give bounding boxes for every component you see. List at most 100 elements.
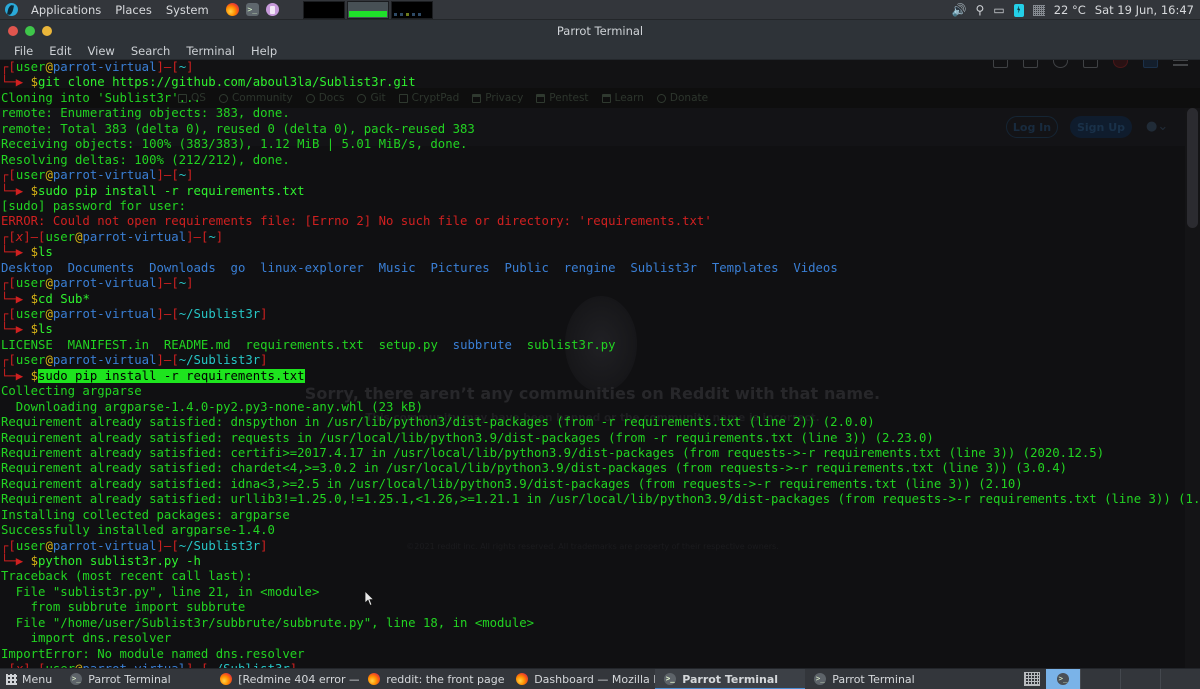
menu-file[interactable]: File [6, 42, 41, 60]
location-pin-icon[interactable]: ⚲ [976, 4, 985, 16]
terminal-line: from subbrute import subbrute [1, 600, 246, 615]
terminal-line: └─▶ $sudo pip install -r requirements.tx… [1, 368, 305, 383]
panel-launchers: >_ [225, 3, 279, 16]
mouse-cursor [365, 591, 375, 606]
terminal-line: Requirement already satisfied: dnspython… [1, 415, 875, 430]
taskbar-item-label: Parrot Terminal [88, 672, 171, 686]
terminal-line: Requirement already satisfied: certifi>=… [1, 445, 1105, 460]
top-panel: Applications Places System >_ 🔊 ⚲ ▭ 22 °… [0, 0, 1200, 20]
terminal-window: Parrot Terminal File Edit View Search Te… [0, 20, 1200, 668]
terminal-line: remote: Total 383 (delta 0), reused 0 (d… [1, 121, 475, 136]
terminal-line: Receiving objects: 100% (383/383), 1.12 … [1, 137, 468, 152]
terminal-line: └─▶ $ls [1, 245, 53, 260]
terminal-line: ┌[x]–[user@parrot-virtual]–[~] [1, 229, 224, 244]
taskbar-trailer [1080, 668, 1200, 689]
terminal-window-title: Parrot Terminal [556, 24, 644, 38]
terminal-line: └─▶ $git clone https://github.com/aboul3… [1, 75, 416, 90]
terminal-icon: >_ [1057, 673, 1069, 685]
terminal-line: ImportError: No module named dns.resolve… [1, 646, 305, 661]
taskbar: Menu >_ Parrot Terminal [Redmine 404 err… [0, 668, 1200, 689]
notes-launcher-icon[interactable] [265, 3, 279, 16]
terminal-line: Installing collected packages: argparse [1, 507, 290, 522]
terminal-line: ┌[user@parrot-virtual]–[~] [1, 60, 194, 74]
terminal-line: import dns.resolver [1, 631, 172, 646]
terminal-line: Resolving deltas: 100% (212/212), done. [1, 152, 290, 167]
terminal-line: LICENSE MANIFEST.in README.md requiremen… [1, 337, 616, 352]
cpu-graph-icon[interactable] [1032, 4, 1045, 16]
terminal-line: Cloning into 'Sublist3r'... [1, 90, 201, 105]
terminal-line: Traceback (most recent call last): [1, 569, 253, 584]
taskbar-item-reddit[interactable]: reddit: the front page of … [359, 669, 507, 689]
taskbar-right: >_ [1018, 668, 1200, 689]
volume-icon[interactable]: 🔊 [952, 4, 967, 16]
terminal-line: ┌[user@parrot-virtual]–[~/Sublist3r] [1, 538, 268, 553]
workspace-2[interactable] [347, 1, 389, 19]
menu-help[interactable]: Help [243, 42, 285, 60]
firefox-icon [368, 673, 381, 685]
terminal-line: Requirement already satisfied: requests … [1, 430, 934, 445]
system-tray: 🔊 ⚲ ▭ 22 °C Sat 19 Jun, 16:47 [952, 0, 1194, 20]
terminal-line: Collecting argparse [1, 384, 142, 399]
taskbar-item-label: Dashboard — Mozilla F… [534, 672, 655, 686]
terminal-line: └─▶ $sudo pip install -r requirements.tx… [1, 183, 305, 198]
display-icon[interactable]: ▭ [993, 4, 1004, 16]
terminal-line: Requirement already satisfied: chardet<4… [1, 461, 1068, 476]
taskbar-tray-terminal-button[interactable]: >_ [1046, 668, 1080, 689]
desktop-screen: Applications Places System >_ 🔊 ⚲ ▭ 22 °… [0, 0, 1200, 689]
menu-terminal[interactable]: Terminal [178, 42, 243, 60]
terminal-icon: >_ [664, 673, 677, 685]
terminal-launcher-icon[interactable]: >_ [245, 3, 259, 16]
terminal-menubar: File Edit View Search Terminal Help [0, 42, 1200, 60]
minimize-window-button[interactable] [42, 26, 52, 36]
terminal-icon: >_ [70, 673, 83, 685]
start-menu-button[interactable]: Menu [0, 669, 61, 689]
taskbar-item-label: Parrot Terminal [682, 672, 779, 686]
menu-search[interactable]: Search [123, 42, 179, 60]
menu-applications[interactable]: Applications [24, 0, 108, 20]
terminal-line: Successfully installed argparse-1.4.0 [1, 523, 275, 538]
terminal-titlebar[interactable]: Parrot Terminal [0, 20, 1200, 42]
taskbar-item-label: [Redmine 404 error — … [238, 672, 360, 686]
workspace-1[interactable] [303, 1, 345, 19]
terminal-line: ┌[user@parrot-virtual]–[~] [1, 168, 194, 183]
terminal-line: └─▶ $cd Sub* [1, 291, 90, 306]
workspace-3[interactable] [391, 1, 433, 19]
terminal-icon: >_ [814, 673, 827, 685]
clock[interactable]: Sat 19 Jun, 16:47 [1095, 3, 1194, 17]
taskbar-item-parrot-terminal-3[interactable]: >_ Parrot Terminal [805, 669, 955, 689]
workspace-pager[interactable] [303, 1, 433, 19]
menu-system[interactable]: System [159, 0, 216, 20]
menu-edit[interactable]: Edit [41, 42, 79, 60]
firefox-launcher-icon[interactable] [225, 3, 239, 16]
parrot-logo-icon[interactable] [5, 3, 18, 16]
terminal-output[interactable]: ┌[user@parrot-virtual]–[~] └─▶ $git clone… [0, 60, 1200, 668]
taskbar-item-parrot-terminal-1[interactable]: >_ Parrot Terminal [61, 669, 211, 689]
terminal-line: Desktop Documents Downloads go linux-exp… [1, 260, 838, 275]
terminal-line: ┌[user@parrot-virtual]–[~] [1, 276, 194, 291]
terminal-line: Requirement already satisfied: idna<3,>=… [1, 476, 1023, 491]
close-window-button[interactable] [8, 26, 18, 36]
start-menu-label: Menu [22, 672, 53, 686]
taskbar-item-dashboard[interactable]: Dashboard — Mozilla F… [507, 669, 655, 689]
terminal-line: Requirement already satisfied: urllib3!=… [1, 492, 1200, 507]
firefox-icon [220, 673, 233, 685]
terminal-line: └─▶ $ls [1, 322, 53, 337]
workspace-window-dots [394, 13, 421, 16]
show-desktop-icon[interactable] [1024, 672, 1040, 686]
terminal-line: ERROR: Could not open requirements file:… [1, 214, 712, 229]
maximize-window-button[interactable] [25, 26, 35, 36]
menu-places[interactable]: Places [108, 0, 159, 20]
taskbar-item-label: Parrot Terminal [832, 672, 915, 686]
firefox-icon [516, 673, 529, 685]
terminal-line: ┌[user@parrot-virtual]–[~/Sublist3r] [1, 307, 268, 321]
terminal-line: ┌[user@parrot-virtual]–[~/Sublist3r] [1, 353, 268, 368]
menu-view[interactable]: View [80, 42, 123, 60]
terminal-line: remote: Enumerating objects: 383, done. [1, 106, 290, 121]
temperature-indicator: 22 °C [1053, 3, 1086, 17]
terminal-line: File "/home/user/Sublist3r/subbrute/subb… [1, 615, 535, 630]
window-controls [8, 20, 52, 42]
battery-charging-icon[interactable] [1013, 3, 1024, 17]
terminal-line: └─▶ $python sublist3r.py -h [1, 554, 201, 568]
taskbar-item-parrot-terminal-2[interactable]: >_ Parrot Terminal [655, 668, 806, 689]
taskbar-item-redmine[interactable]: [Redmine 404 error — … [211, 669, 359, 689]
